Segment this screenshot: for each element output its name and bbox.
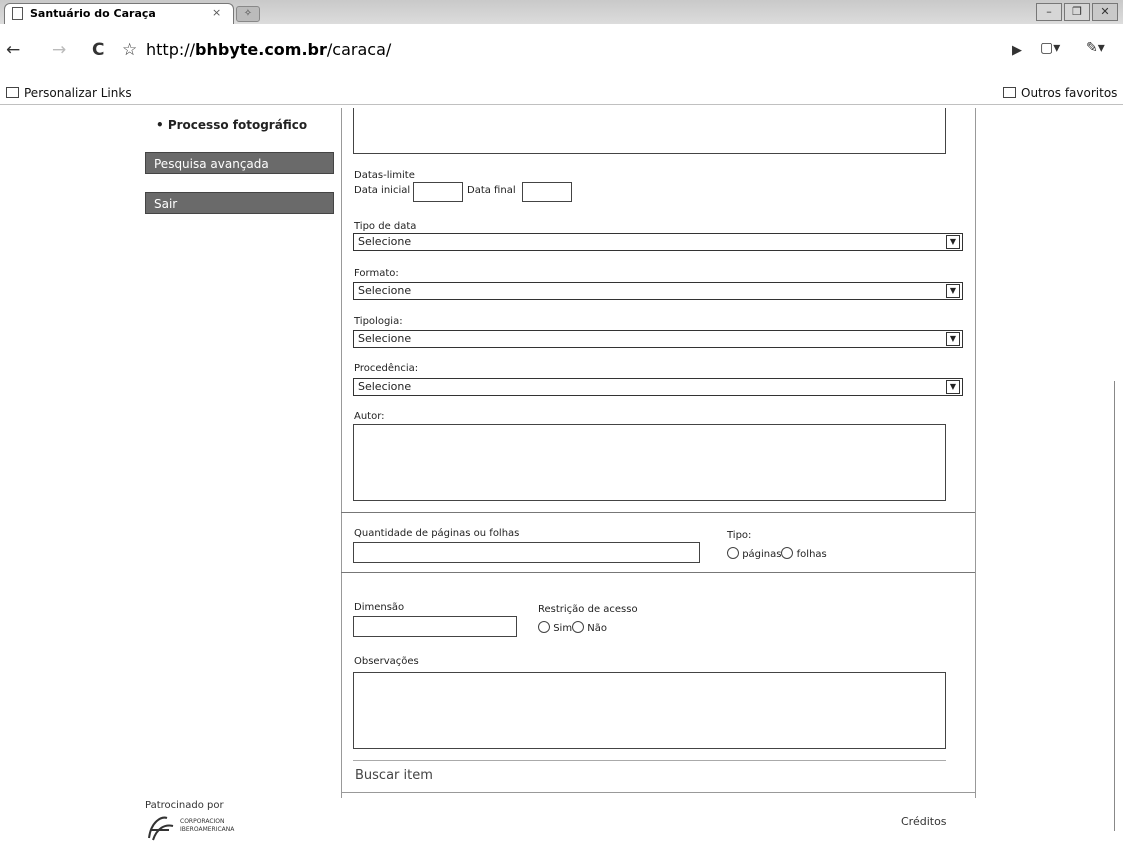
- content-right-border: [975, 108, 976, 798]
- advanced-search-button[interactable]: Pesquisa avançada: [145, 152, 334, 174]
- radio-yes-label: Sim: [553, 623, 573, 634]
- date-type-label: Tipo de data: [354, 221, 417, 232]
- chevron-down-icon: ▼: [946, 235, 960, 249]
- credits-link[interactable]: Créditos: [901, 815, 947, 828]
- type-label: Tipo:: [727, 530, 752, 541]
- pages-label: Quantidade de páginas ou folhas: [354, 528, 520, 539]
- maximize-button[interactable]: ❐: [1064, 3, 1090, 21]
- bookmark-personalizar[interactable]: Personalizar Links: [6, 86, 132, 100]
- typology-select[interactable]: Selecione ▼: [353, 330, 963, 348]
- tab-title: Santuário do Caraça: [30, 7, 156, 20]
- url-host: bhbyte.com.br: [195, 40, 327, 59]
- start-date-input[interactable]: [413, 182, 463, 202]
- pages-input[interactable]: [353, 542, 700, 563]
- exit-button[interactable]: Sair: [145, 192, 334, 214]
- radio-no-label: Não: [587, 623, 607, 634]
- folder-icon: [1003, 87, 1016, 98]
- chevron-down-icon: ▼: [946, 284, 960, 298]
- chevron-down-icon: ▼: [946, 380, 960, 394]
- typology-label: Tipologia:: [354, 316, 403, 327]
- bookmark-label: Outros favoritos: [1021, 86, 1118, 100]
- author-textarea[interactable]: [353, 424, 946, 501]
- radio-no[interactable]: [572, 621, 585, 633]
- close-window-button[interactable]: ✕: [1092, 3, 1118, 21]
- content-left-border: [341, 108, 342, 798]
- radio-leaves[interactable]: [781, 547, 794, 559]
- folder-icon: [6, 87, 19, 98]
- radio-pages[interactable]: [727, 547, 739, 559]
- type-radio-group: páginas folhas: [727, 547, 827, 560]
- bookmarks-bar: [0, 82, 1123, 105]
- upper-textarea[interactable]: [353, 108, 946, 154]
- reload-icon[interactable]: C: [92, 40, 104, 60]
- play-icon[interactable]: ▶: [1012, 43, 1022, 58]
- radio-leaves-label: folhas: [796, 549, 827, 560]
- date-limit-label: Datas-limite: [354, 170, 415, 181]
- tab-close-icon[interactable]: ×: [212, 6, 221, 19]
- provenance-select[interactable]: Selecione ▼: [353, 378, 963, 396]
- restriction-label: Restrição de acesso: [538, 604, 638, 615]
- notes-textarea[interactable]: [353, 672, 946, 749]
- format-value: Selecione: [358, 284, 412, 297]
- wrench-icon[interactable]: ✎▾: [1086, 40, 1105, 56]
- minimize-button[interactable]: –: [1036, 3, 1062, 21]
- date-type-value: Selecione: [358, 235, 412, 248]
- restriction-radio-group: Sim Não: [538, 621, 607, 634]
- end-date-label: Data final: [467, 185, 516, 196]
- forward-icon[interactable]: →: [52, 40, 66, 60]
- radio-pages-label: páginas: [742, 549, 782, 560]
- sponsor-name: CORPORACION IBEROAMERICANA: [180, 818, 235, 833]
- url-path: /caraca/: [326, 40, 392, 59]
- dimension-label: Dimensão: [354, 602, 405, 613]
- radio-yes[interactable]: [538, 621, 550, 633]
- dimension-input[interactable]: [353, 616, 517, 637]
- end-date-input[interactable]: [522, 182, 572, 202]
- new-tab-button[interactable]: ✧: [236, 6, 260, 22]
- bookmark-label: Personalizar Links: [24, 86, 132, 100]
- sponsor-logo: [145, 812, 177, 842]
- divider: [341, 792, 975, 793]
- scrollbar[interactable]: [1114, 381, 1123, 831]
- url-prefix: http://: [146, 40, 196, 59]
- search-item-button[interactable]: Buscar item: [355, 768, 433, 783]
- divider: [341, 512, 975, 513]
- start-date-label: Data inicial: [354, 185, 411, 196]
- star-icon[interactable]: ☆: [122, 40, 137, 60]
- bookmark-outros-favoritos[interactable]: Outros favoritos: [1003, 86, 1117, 100]
- divider: [341, 572, 975, 573]
- page-icon: [12, 7, 23, 20]
- provenance-label: Procedência:: [354, 363, 419, 374]
- page-menu-icon[interactable]: ▢▾: [1040, 40, 1060, 56]
- typology-value: Selecione: [358, 332, 412, 345]
- author-label: Autor:: [354, 411, 385, 422]
- address-bar[interactable]: http://bhbyte.com.br/caraca/: [146, 40, 391, 59]
- format-select[interactable]: Selecione ▼: [353, 282, 963, 300]
- date-type-select[interactable]: Selecione ▼: [353, 233, 963, 251]
- chevron-down-icon: ▼: [946, 332, 960, 346]
- divider: [353, 760, 946, 761]
- notes-label: Observações: [354, 656, 419, 667]
- format-label: Formato:: [354, 268, 399, 279]
- sidebar-item-processo[interactable]: • Processo fotográfico: [156, 118, 307, 132]
- back-icon[interactable]: ←: [6, 40, 20, 60]
- provenance-value: Selecione: [358, 380, 412, 393]
- sponsored-by-label: Patrocinado por: [145, 800, 224, 811]
